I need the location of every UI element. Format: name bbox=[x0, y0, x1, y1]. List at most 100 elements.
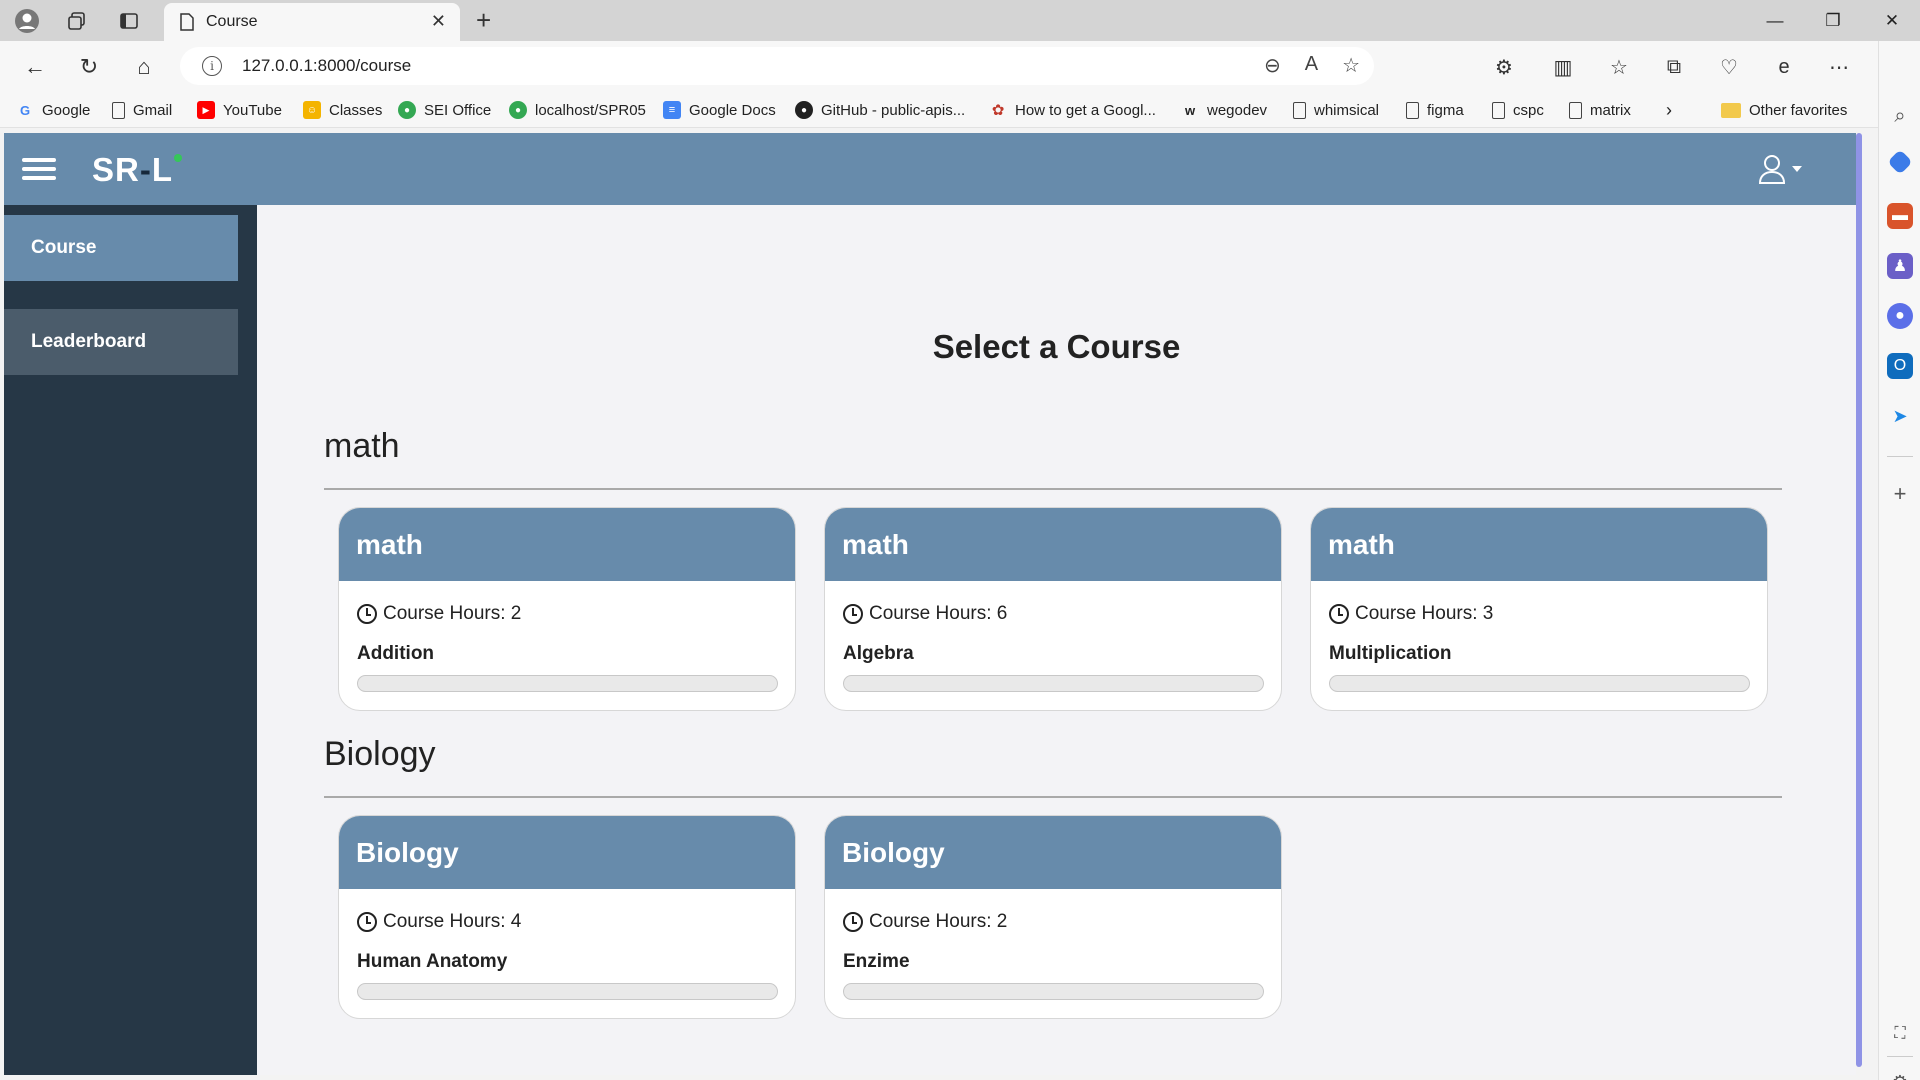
shopping-tag-icon[interactable] bbox=[1887, 149, 1913, 175]
bookmark-wegodev[interactable]: w wegodev bbox=[1181, 98, 1267, 122]
app-header: SR-L bbox=[4, 133, 1856, 205]
section-divider bbox=[324, 796, 1782, 798]
browser-tab[interactable]: Course ✕ bbox=[164, 3, 460, 41]
profile-icon[interactable] bbox=[12, 6, 42, 36]
send-icon[interactable]: ➤ bbox=[1887, 403, 1913, 429]
user-menu[interactable] bbox=[1758, 151, 1804, 187]
app-logo[interactable]: SR-L bbox=[92, 151, 183, 189]
back-icon[interactable]: ← bbox=[18, 51, 52, 83]
sidebar-item-course[interactable]: Course bbox=[4, 215, 238, 281]
card-category: math bbox=[339, 508, 795, 581]
bookmark-google-docs[interactable]: ≡ Google Docs bbox=[663, 98, 776, 122]
w-icon: w bbox=[1184, 102, 1196, 118]
section-title-math: math bbox=[324, 427, 400, 465]
new-tab-icon[interactable]: + bbox=[476, 5, 491, 36]
tab-actions-icon[interactable] bbox=[114, 6, 144, 36]
clock-icon bbox=[357, 912, 377, 932]
close-tab-icon[interactable]: ✕ bbox=[431, 11, 446, 32]
ie-mode-icon[interactable]: e bbox=[1767, 51, 1801, 83]
address-bar-row: ← ↻ ⌂ i 127.0.0.1:8000/course ⊖ A ☆ ⚙ ▥ … bbox=[0, 41, 1920, 92]
card-category: Biology bbox=[339, 816, 795, 889]
close-window-icon[interactable]: ✕ bbox=[1872, 6, 1912, 36]
page-title: Select a Course bbox=[932, 328, 1181, 365]
minimize-icon[interactable]: — bbox=[1755, 6, 1795, 36]
sidebar-item-leaderboard[interactable]: Leaderboard bbox=[4, 309, 238, 375]
collections-icon[interactable]: ⧉ bbox=[1657, 51, 1691, 83]
bookmark-classes[interactable]: ☺ Classes bbox=[303, 98, 382, 122]
clock-icon bbox=[843, 604, 863, 624]
split-screen-icon[interactable]: ▥ bbox=[1546, 51, 1580, 83]
classroom-icon: ☺ bbox=[303, 101, 321, 119]
course-progress-bar bbox=[843, 675, 1264, 692]
settings-gear-icon[interactable]: ⚙ bbox=[1887, 1069, 1913, 1080]
course-hours: Course Hours: 2 bbox=[357, 603, 521, 625]
folder-icon bbox=[1721, 102, 1741, 118]
capture-icon[interactable]: ⛶ bbox=[1887, 1021, 1913, 1047]
clock-icon bbox=[1329, 604, 1349, 624]
zoom-icon[interactable]: ⊖ bbox=[1264, 53, 1281, 78]
bookmark-github[interactable]: ● GitHub - public-apis... bbox=[795, 98, 965, 122]
bookmark-youtube[interactable]: ▶ YouTube bbox=[197, 98, 282, 122]
bookmark-whimsical[interactable]: whimsical bbox=[1293, 98, 1379, 122]
tools-icon[interactable]: ▬ bbox=[1887, 203, 1913, 229]
course-progress-bar bbox=[357, 983, 778, 1000]
workspaces-icon[interactable] bbox=[62, 6, 92, 36]
bookmark-figma[interactable]: figma bbox=[1406, 98, 1464, 122]
octopus-icon: ✿ bbox=[991, 102, 1005, 119]
bookmark-cspc[interactable]: cspc bbox=[1492, 98, 1544, 122]
home-icon[interactable]: ⌂ bbox=[127, 51, 161, 83]
chevron-down-icon bbox=[1792, 166, 1802, 172]
course-name: Human Anatomy bbox=[357, 951, 508, 972]
bookmark-other-favorites[interactable]: Other favorites bbox=[1721, 98, 1847, 122]
bookmark-how-to-google[interactable]: ✿ How to get a Googl... bbox=[989, 98, 1156, 122]
course-name: Algebra bbox=[843, 643, 914, 664]
page-icon bbox=[1492, 101, 1505, 119]
docs-icon: ≡ bbox=[663, 101, 681, 119]
url-field[interactable]: i 127.0.0.1:8000/course ⊖ A ☆ bbox=[180, 47, 1374, 85]
site-info-icon[interactable]: i bbox=[202, 56, 222, 76]
bookmark-google[interactable]: G Google bbox=[16, 98, 90, 122]
page-icon bbox=[1293, 101, 1306, 119]
extensions-icon[interactable]: ⚙ bbox=[1487, 51, 1521, 83]
course-card-algebra[interactable]: math Course Hours: 6 Algebra bbox=[824, 507, 1282, 711]
github-icon: ● bbox=[795, 101, 813, 119]
bookmark-matrix[interactable]: matrix bbox=[1569, 98, 1631, 122]
favorite-star-icon[interactable]: ☆ bbox=[1342, 53, 1360, 78]
bookmark-localhost[interactable]: ● localhost/SPR05 bbox=[509, 98, 646, 122]
course-name: Enzime bbox=[843, 951, 910, 972]
tab-title: Course bbox=[206, 13, 258, 30]
page-scrollbar[interactable] bbox=[1856, 133, 1862, 1067]
bookmark-gmail[interactable]: Gmail bbox=[112, 98, 172, 122]
read-aloud-icon[interactable]: A bbox=[1305, 53, 1318, 78]
copilot-app-icon[interactable]: ● bbox=[1887, 303, 1913, 329]
clock-icon bbox=[843, 912, 863, 932]
page-icon bbox=[112, 101, 125, 119]
add-icon[interactable]: + bbox=[1887, 481, 1913, 507]
course-card-enzime[interactable]: Biology Course Hours: 2 Enzime bbox=[824, 815, 1282, 1019]
more-options-icon[interactable]: ⋯ bbox=[1822, 51, 1856, 83]
bookmarks-bar: G Google Gmail ▶ YouTube ☺ Classes ● SEI Off… bbox=[0, 92, 1880, 128]
outlook-icon[interactable]: O bbox=[1887, 353, 1913, 379]
bookmark-sei-office[interactable]: ● SEI Office bbox=[398, 98, 491, 122]
hamburger-menu-icon[interactable] bbox=[22, 158, 56, 180]
course-card-multiplication[interactable]: math Course Hours: 3 Multiplication bbox=[1310, 507, 1768, 711]
url-text[interactable]: 127.0.0.1:8000/course bbox=[242, 56, 411, 76]
course-card-addition[interactable]: math Course Hours: 2 Addition bbox=[338, 507, 796, 711]
course-hours: Course Hours: 4 bbox=[357, 911, 521, 933]
section-divider bbox=[324, 488, 1782, 490]
course-card-human-anatomy[interactable]: Biology Course Hours: 4 Human Anatomy bbox=[338, 815, 796, 1019]
search-icon[interactable]: ⌕ bbox=[1887, 103, 1913, 129]
page-icon bbox=[1406, 101, 1419, 119]
restore-icon[interactable]: ❐ bbox=[1813, 6, 1853, 36]
main-content: Select a Course math math Course Hours: … bbox=[257, 205, 1856, 1075]
course-name: Multiplication bbox=[1329, 643, 1452, 664]
course-hours: Course Hours: 2 bbox=[843, 911, 1007, 933]
bookmarks-overflow-chevron-icon[interactable]: › bbox=[1666, 98, 1672, 122]
favorites-icon[interactable]: ☆ bbox=[1602, 51, 1636, 83]
page-icon bbox=[1569, 101, 1582, 119]
refresh-icon[interactable]: ↻ bbox=[72, 51, 106, 83]
browser-essentials-icon[interactable]: ♡ bbox=[1712, 51, 1746, 83]
games-icon[interactable]: ♟ bbox=[1887, 253, 1913, 279]
localhost-icon: ● bbox=[509, 101, 527, 119]
course-progress-bar bbox=[1329, 675, 1750, 692]
